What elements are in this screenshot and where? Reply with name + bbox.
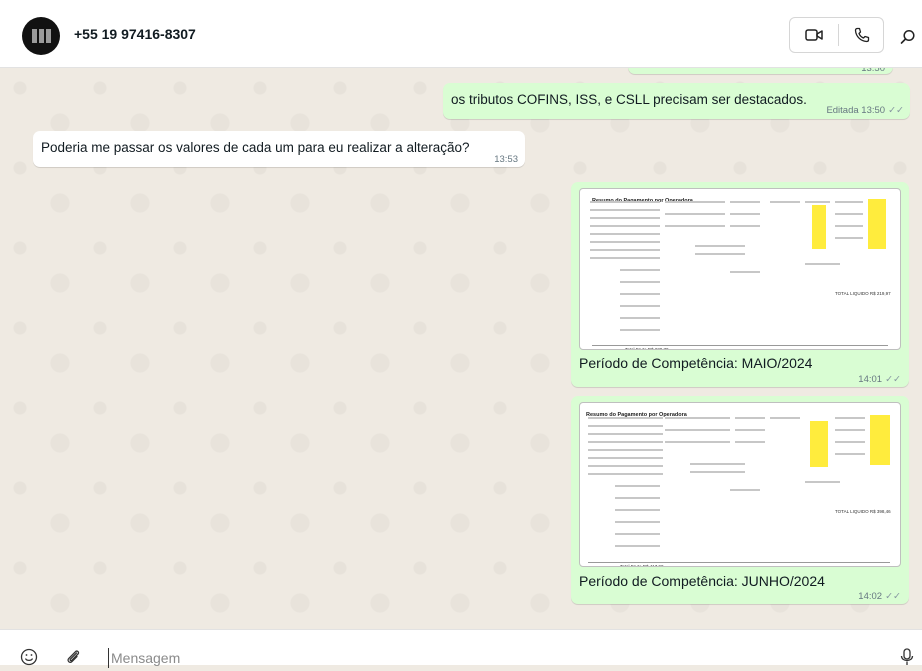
doc-title: Resumo do Pagamento por Operadora — [586, 412, 687, 418]
message-list[interactable]: 13:50 os tributos COFINS, ISS, e CSLL pr… — [0, 68, 922, 629]
attach-icon — [67, 650, 80, 663]
payment-summary-image[interactable]: Resumo do Pagamento por Operadora — [579, 402, 901, 567]
image-message-bubble[interactable]: Resumo do Pagamento por Operadora — [571, 396, 909, 604]
message-edited-time: Editada 13:50 — [826, 105, 886, 116]
voice-call-button[interactable] — [848, 25, 876, 45]
doc-total-liquido: TOTAL LIQUIDO R$ 219,97 — [835, 291, 891, 296]
chat-header: +55 19 97416-8307 — [0, 0, 922, 68]
message-text: Poderia me passar os valores de cada um … — [41, 140, 470, 155]
mic-icon — [900, 648, 914, 665]
video-call-icon — [805, 29, 823, 41]
call-button-group — [789, 17, 884, 53]
message-time: 14:02 — [858, 591, 883, 602]
search-icon — [900, 29, 915, 44]
payment-summary-image[interactable]: Resumo do Pagamento por Operadora — [579, 188, 901, 350]
message-bubble[interactable]: 13:50 — [628, 68, 893, 74]
read-receipt-icon: ✓✓ — [885, 591, 901, 602]
message-meta: 14:01 ✓✓ — [858, 371, 901, 389]
emoji-icon — [20, 648, 38, 666]
avatar[interactable] — [22, 17, 60, 55]
avatar-logo — [31, 29, 51, 43]
emoji-button[interactable] — [20, 648, 38, 666]
read-receipt-icon: ✓✓ — [885, 374, 901, 385]
message-time: 14:01 — [858, 374, 883, 385]
message-bubble[interactable]: os tributos COFINS, ISS, e CSLL precisam… — [443, 83, 910, 119]
message-meta: 14:02 ✓✓ — [858, 588, 901, 606]
image-message-bubble[interactable]: Resumo do Pagamento por Operadora — [571, 182, 909, 387]
image-caption: Período de Competência: JUNHO/2024 — [579, 573, 825, 589]
search-button[interactable] — [898, 27, 918, 47]
voice-call-icon — [854, 27, 870, 43]
message-time: 13:50 — [861, 68, 885, 74]
contact-name[interactable]: +55 19 97416-8307 — [74, 26, 196, 42]
call-divider — [838, 24, 839, 46]
image-caption: Período de Competência: MAIO/2024 — [579, 355, 813, 371]
message-meta: Editada 13:50 ✓✓ — [826, 102, 904, 120]
doc-total-liquido: TOTAL LIQUIDO R$ 398,46 — [835, 509, 891, 514]
read-receipt-icon: ✓✓ — [888, 105, 904, 116]
message-bubble[interactable]: Poderia me passar os valores de cada um … — [33, 131, 525, 167]
voice-message-button[interactable] — [900, 648, 916, 666]
attach-button[interactable] — [64, 648, 82, 666]
message-input[interactable] — [108, 648, 871, 668]
message-time: 13:53 — [494, 154, 518, 165]
message-composer — [0, 629, 922, 668]
message-text: os tributos COFINS, ISS, e CSLL precisam… — [451, 92, 807, 107]
video-call-button[interactable] — [800, 25, 828, 45]
